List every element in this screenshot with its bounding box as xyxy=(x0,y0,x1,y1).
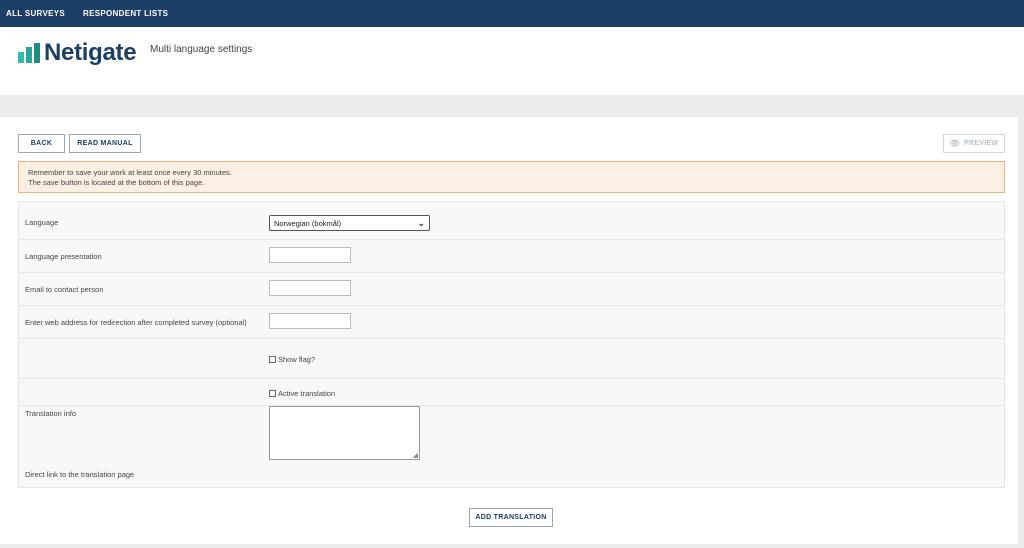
preview-label: PREVIEW xyxy=(964,140,999,147)
row-translation-info: Translation info ◢ Direct link to the tr… xyxy=(19,406,1004,487)
row-active-translation: Active translation xyxy=(19,379,1004,406)
active-translation-label: Active translation xyxy=(278,389,336,398)
logo-bars-icon xyxy=(18,43,40,63)
email-input[interactable] xyxy=(269,280,351,296)
eye-icon: 👁 xyxy=(949,139,961,148)
nav-respondent-lists[interactable]: RESPONDENT LISTS xyxy=(83,9,168,18)
alert-line-1: Remember to save your work at least once… xyxy=(28,168,232,177)
main-panel: BACK READ MANUAL 👁 PREVIEW Remember to s… xyxy=(0,117,1018,544)
email-label: Email to contact person xyxy=(25,285,104,294)
language-presentation-label: Language presentation xyxy=(25,252,102,261)
row-language: Language Norwegian (bokmål) ⌄ xyxy=(19,202,1004,240)
show-flag-label: Show flag? xyxy=(278,355,316,364)
active-translation-option[interactable]: Active translation xyxy=(269,389,335,398)
logo[interactable]: Netigate xyxy=(18,39,137,67)
row-language-presentation: Language presentation xyxy=(19,240,1004,273)
direct-link-label: Direct link to the translation page xyxy=(25,470,135,479)
save-reminder-alert: Remember to save your work at least once… xyxy=(18,161,1005,193)
row-email: Email to contact person xyxy=(19,273,1004,306)
header: Netigate Multi language settings xyxy=(0,27,1024,95)
show-flag-checkbox[interactable] xyxy=(269,356,276,363)
add-translation-button[interactable]: ADD TRANSLATION xyxy=(469,508,553,527)
resize-grip-icon[interactable]: ◢ xyxy=(413,452,418,459)
active-translation-checkbox[interactable] xyxy=(269,390,276,397)
alert-line-2: The save button is located at the bottom… xyxy=(28,178,205,187)
language-select-value: Norwegian (bokmål) xyxy=(274,218,342,228)
chevron-down-icon: ⌄ xyxy=(417,217,425,228)
language-label: Language xyxy=(25,218,59,227)
row-redirect: Enter web address for redirection after … xyxy=(19,306,1004,339)
language-presentation-input[interactable] xyxy=(269,247,351,263)
language-select[interactable]: Norwegian (bokmål) ⌄ xyxy=(269,215,430,231)
read-manual-button[interactable]: READ MANUAL xyxy=(69,134,141,153)
redirect-input[interactable] xyxy=(269,313,351,329)
preview-button[interactable]: 👁 PREVIEW xyxy=(943,134,1005,153)
redirect-label: Enter web address for redirection after … xyxy=(25,318,247,327)
back-button[interactable]: BACK xyxy=(18,134,65,153)
translation-info-textarea[interactable]: ◢ xyxy=(269,406,420,460)
show-flag-option[interactable]: Show flag? xyxy=(269,355,315,364)
logo-text: Netigate xyxy=(44,39,137,66)
translation-form: Language Norwegian (bokmål) ⌄ Language p… xyxy=(18,201,1005,488)
page-title: Multi language settings xyxy=(150,44,253,55)
header-divider-band xyxy=(0,95,1024,117)
nav-all-surveys[interactable]: ALL SURVEYS xyxy=(6,9,65,18)
translation-info-label: Translation info xyxy=(25,409,76,418)
row-show-flag: Show flag? xyxy=(19,339,1004,379)
top-nav: ALL SURVEYS RESPONDENT LISTS xyxy=(0,0,1024,27)
